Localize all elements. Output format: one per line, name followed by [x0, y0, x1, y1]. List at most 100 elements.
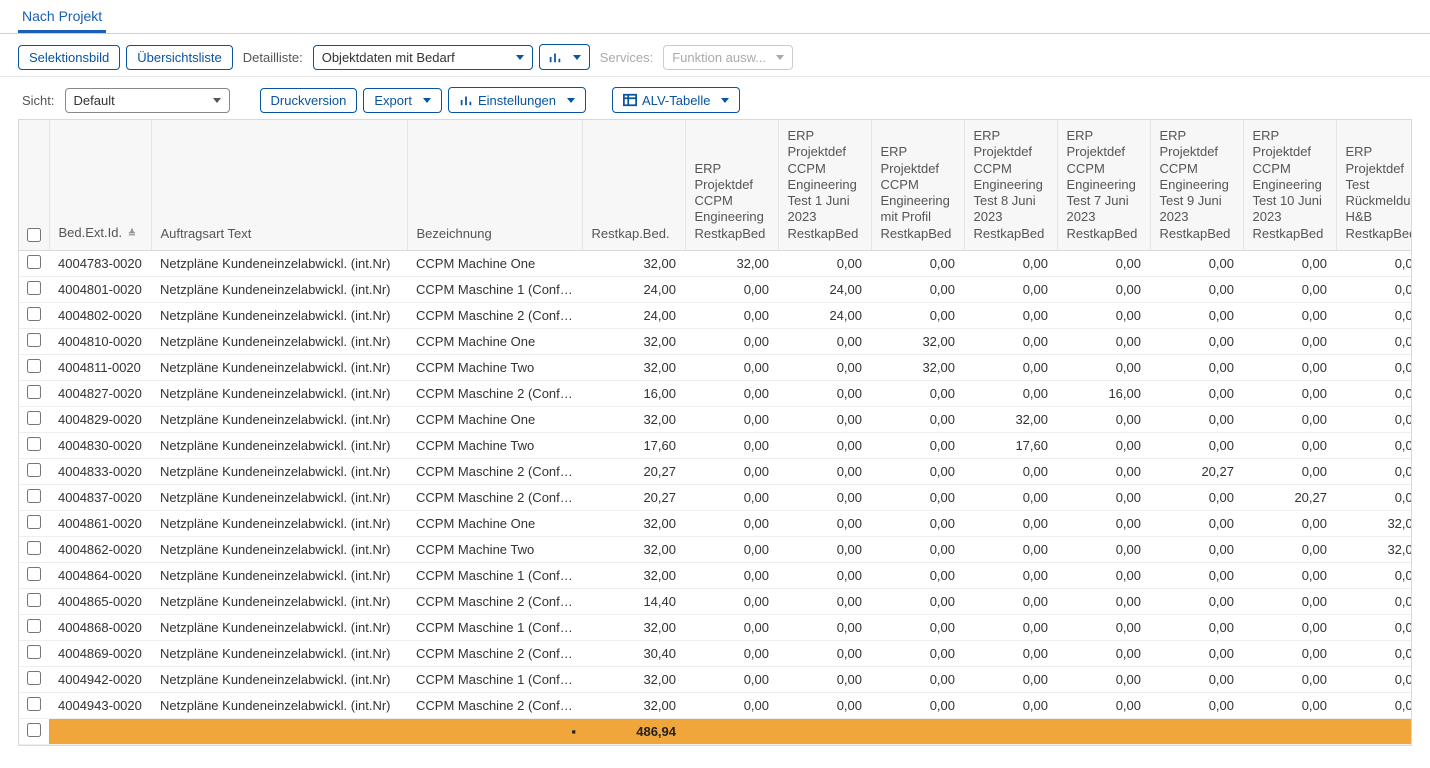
row-checkbox[interactable] [27, 307, 41, 321]
row-checkbox[interactable] [27, 385, 41, 399]
table-row[interactable]: 4004868-0020Netzpläne Kundeneinzelabwick… [19, 614, 1412, 640]
table-row[interactable]: 4004869-0020Netzpläne Kundeneinzelabwick… [19, 640, 1412, 666]
row-checkbox[interactable] [27, 255, 41, 269]
row-checkbox[interactable] [27, 567, 41, 581]
table-row[interactable]: 4004864-0020Netzpläne Kundeneinzelabwick… [19, 562, 1412, 588]
cell-value: 0,00 [1336, 250, 1412, 276]
row-checkbox[interactable] [27, 437, 41, 451]
table-row[interactable]: 4004837-0020Netzpläne Kundeneinzelabwick… [19, 484, 1412, 510]
col-proj-7[interactable]: ERP Projektdef CCPM Engineering Test 10 … [1243, 120, 1336, 250]
col-proj-6[interactable]: ERP Projektdef CCPM Engineering Test 9 J… [1150, 120, 1243, 250]
table-row[interactable]: 4004862-0020Netzpläne Kundeneinzelabwick… [19, 536, 1412, 562]
col-proj-1[interactable]: ERP Projektdef CCPM Engineering RestkapB… [685, 120, 778, 250]
table-row[interactable]: 4004942-0020Netzpläne Kundeneinzelabwick… [19, 666, 1412, 692]
cell-value: 0,00 [871, 276, 964, 302]
col-proj-5[interactable]: ERP Projektdef CCPM Engineering Test 7 J… [1057, 120, 1150, 250]
row-select-cell[interactable] [19, 614, 49, 640]
table-header-row: Bed.Ext.Id. ≜ Auftragsart Text Bezeichnu… [19, 120, 1412, 250]
cell-value: 0,00 [964, 614, 1057, 640]
table-row[interactable]: 4004833-0020Netzpläne Kundeneinzelabwick… [19, 458, 1412, 484]
cell-value: 0,00 [964, 354, 1057, 380]
row-select-cell[interactable] [19, 250, 49, 276]
row-select-cell[interactable] [19, 354, 49, 380]
detailliste-select[interactable]: Objektdaten mit Bedarf [313, 45, 533, 70]
table-row[interactable]: 4004861-0020Netzpläne Kundeneinzelabwick… [19, 510, 1412, 536]
cell-value: 0,00 [1243, 380, 1336, 406]
col-proj-2[interactable]: ERP Projektdef CCPM Engineering Test 1 J… [778, 120, 871, 250]
row-checkbox[interactable] [27, 515, 41, 529]
row-checkbox[interactable] [27, 593, 41, 607]
row-checkbox[interactable] [27, 671, 41, 685]
row-select-cell[interactable] [19, 510, 49, 536]
row-checkbox[interactable] [27, 359, 41, 373]
row-select-cell[interactable] [19, 666, 49, 692]
row-select-cell[interactable] [19, 692, 49, 718]
table-row[interactable]: 4004830-0020Netzpläne Kundeneinzelabwick… [19, 432, 1412, 458]
table-row[interactable]: 4004943-0020Netzpläne Kundeneinzelabwick… [19, 692, 1412, 718]
cell-value: 30,40 [582, 640, 685, 666]
table-row[interactable]: 4004865-0020Netzpläne Kundeneinzelabwick… [19, 588, 1412, 614]
detailliste-value: Objektdaten mit Bedarf [322, 50, 455, 65]
row-select-cell[interactable] [19, 536, 49, 562]
table-row[interactable]: 4004802-0020Netzpläne Kundeneinzelabwick… [19, 302, 1412, 328]
cell-value: 0,00 [1243, 588, 1336, 614]
col-proj-3[interactable]: ERP Projektdef CCPM Engineering mit Prof… [871, 120, 964, 250]
row-select-cell[interactable] [19, 406, 49, 432]
table-row[interactable]: 4004811-0020Netzpläne Kundeneinzelabwick… [19, 354, 1412, 380]
table-row[interactable]: 4004783-0020Netzpläne Kundeneinzelabwick… [19, 250, 1412, 276]
row-checkbox[interactable] [27, 645, 41, 659]
row-checkbox[interactable] [27, 333, 41, 347]
table-row[interactable]: 4004827-0020Netzpläne Kundeneinzelabwick… [19, 380, 1412, 406]
tab-nach-projekt[interactable]: Nach Projekt [18, 0, 106, 33]
total-checkbox[interactable] [27, 723, 41, 737]
row-checkbox[interactable] [27, 463, 41, 477]
cell-value: 0,00 [778, 354, 871, 380]
uebersichtsliste-button[interactable]: Übersichtsliste [126, 45, 233, 70]
cell-value: 17,60 [582, 432, 685, 458]
cell-value: 0,00 [964, 666, 1057, 692]
col-proj-8[interactable]: ERP Projektdef Test Rückmeldung H&B Rest… [1336, 120, 1412, 250]
row-select-cell[interactable] [19, 432, 49, 458]
row-select-cell[interactable] [19, 380, 49, 406]
alv-tabelle-button[interactable]: ALV-Tabelle [612, 87, 740, 113]
einstellungen-button[interactable]: Einstellungen [448, 87, 586, 113]
row-select-cell[interactable] [19, 302, 49, 328]
row-select-cell[interactable] [19, 562, 49, 588]
col-auftragsart[interactable]: Auftragsart Text [151, 120, 407, 250]
cell-value: 0,00 [1336, 562, 1412, 588]
cell-value: 0,00 [685, 510, 778, 536]
row-checkbox[interactable] [27, 697, 41, 711]
cell-bezeichnung: CCPM Maschine 2 (Config) [407, 302, 582, 328]
row-select-cell[interactable] [19, 588, 49, 614]
detailliste-label: Detailliste: [239, 50, 307, 65]
row-checkbox[interactable] [27, 411, 41, 425]
col-bezeichnung[interactable]: Bezeichnung [407, 120, 582, 250]
cell-bed-ext-id: 4004801-0020 [49, 276, 151, 302]
row-checkbox[interactable] [27, 541, 41, 555]
cell-value: 0,00 [1243, 458, 1336, 484]
row-select-cell[interactable] [19, 458, 49, 484]
select-all-checkbox[interactable] [27, 228, 41, 242]
row-select-cell[interactable] [19, 640, 49, 666]
table-row[interactable]: 4004829-0020Netzpläne Kundeneinzelabwick… [19, 406, 1412, 432]
row-select-cell[interactable] [19, 276, 49, 302]
sicht-select[interactable]: Default [65, 88, 230, 113]
export-button[interactable]: Export [363, 88, 442, 113]
row-checkbox[interactable] [27, 619, 41, 633]
table-row[interactable]: 4004810-0020Netzpläne Kundeneinzelabwick… [19, 328, 1412, 354]
col-restkap[interactable]: Restkap.Bed. [582, 120, 685, 250]
selektionsbild-button[interactable]: Selektionsbild [18, 45, 120, 70]
services-select[interactable]: Funktion ausw... [663, 45, 793, 70]
col-proj-4[interactable]: ERP Projektdef CCPM Engineering Test 8 J… [964, 120, 1057, 250]
cell-value: 0,00 [1243, 250, 1336, 276]
cell-value: 0,00 [1150, 432, 1243, 458]
col-bed-ext-id[interactable]: Bed.Ext.Id. ≜ [49, 120, 151, 250]
chart-button[interactable] [539, 44, 590, 70]
row-select-cell[interactable] [19, 328, 49, 354]
row-checkbox[interactable] [27, 489, 41, 503]
row-checkbox[interactable] [27, 281, 41, 295]
row-select-cell[interactable] [19, 484, 49, 510]
druckversion-button[interactable]: Druckversion [260, 88, 358, 113]
table-row[interactable]: 4004801-0020Netzpläne Kundeneinzelabwick… [19, 276, 1412, 302]
select-all-header[interactable] [19, 120, 49, 250]
